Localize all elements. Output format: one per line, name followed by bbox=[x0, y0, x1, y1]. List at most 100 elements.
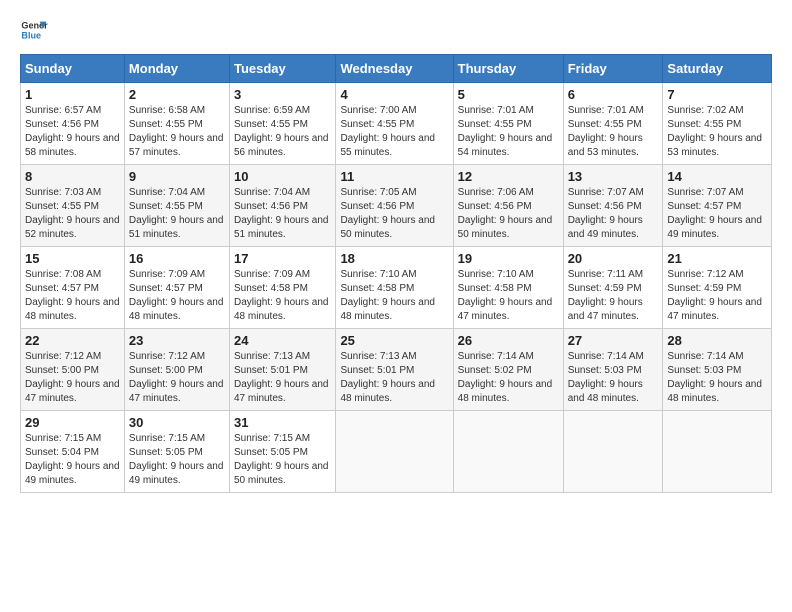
day-number: 27 bbox=[568, 333, 659, 348]
header-cell-tuesday: Tuesday bbox=[229, 55, 335, 83]
day-info: Sunrise: 7:11 AMSunset: 4:59 PMDaylight:… bbox=[568, 269, 643, 322]
day-cell: 17Sunrise: 7:09 AMSunset: 4:58 PMDayligh… bbox=[229, 247, 335, 329]
day-number: 25 bbox=[340, 333, 448, 348]
day-number: 12 bbox=[458, 169, 559, 184]
day-number: 29 bbox=[25, 415, 120, 430]
day-info: Sunrise: 7:08 AMSunset: 4:57 PMDaylight:… bbox=[25, 269, 120, 322]
day-number: 13 bbox=[568, 169, 659, 184]
day-info: Sunrise: 7:10 AMSunset: 4:58 PMDaylight:… bbox=[340, 269, 435, 322]
week-row-2: 8Sunrise: 7:03 AMSunset: 4:55 PMDaylight… bbox=[21, 165, 772, 247]
day-number: 23 bbox=[129, 333, 225, 348]
header-cell-monday: Monday bbox=[124, 55, 229, 83]
day-cell: 19 Sunrise: 7:10 AMSunset: 4:58 PMDayligh… bbox=[453, 247, 563, 329]
day-cell: 20 Sunrise: 7:11 AMSunset: 4:59 PMDayligh… bbox=[563, 247, 663, 329]
logo: General Blue bbox=[20, 16, 48, 44]
header: General Blue bbox=[20, 16, 772, 44]
day-number: 16 bbox=[129, 251, 225, 266]
day-info: Sunrise: 7:15 AMSunset: 5:05 PMDaylight:… bbox=[234, 433, 329, 486]
day-number: 31 bbox=[234, 415, 331, 430]
day-cell: 29 Sunrise: 7:15 AMSunset: 5:04 PMDayligh… bbox=[21, 411, 125, 493]
day-number: 9 bbox=[129, 169, 225, 184]
day-cell bbox=[563, 411, 663, 493]
day-cell: 15Sunrise: 7:08 AMSunset: 4:57 PMDayligh… bbox=[21, 247, 125, 329]
day-info: Sunrise: 7:01 AMSunset: 4:55 PMDaylight:… bbox=[568, 105, 644, 158]
day-cell: 4 Sunrise: 7:00 AMSunset: 4:55 PMDaylight… bbox=[336, 83, 453, 165]
day-info: Sunrise: 7:12 AMSunset: 5:00 PMDaylight:… bbox=[129, 351, 224, 404]
day-info: Sunrise: 7:01 AMSunset: 4:55 PMDaylight:… bbox=[458, 105, 553, 158]
day-cell: 24 Sunrise: 7:13 AMSunset: 5:01 PMDayligh… bbox=[229, 329, 335, 411]
day-number: 3 bbox=[234, 87, 331, 102]
day-cell: 27Sunrise: 7:14 AMSunset: 5:03 PMDayligh… bbox=[563, 329, 663, 411]
day-cell: 28Sunrise: 7:14 AMSunset: 5:03 PMDayligh… bbox=[663, 329, 772, 411]
day-cell: 14 Sunrise: 7:07 AMSunset: 4:57 PMDayligh… bbox=[663, 165, 772, 247]
logo-icon: General Blue bbox=[20, 16, 48, 44]
day-cell bbox=[663, 411, 772, 493]
day-number: 30 bbox=[129, 415, 225, 430]
day-info: Sunrise: 7:14 AMSunset: 5:03 PMDaylight:… bbox=[667, 351, 762, 404]
week-row-3: 15Sunrise: 7:08 AMSunset: 4:57 PMDayligh… bbox=[21, 247, 772, 329]
day-info: Sunrise: 7:09 AMSunset: 4:57 PMDaylight:… bbox=[129, 269, 224, 322]
day-number: 1 bbox=[25, 87, 120, 102]
day-cell: 26Sunrise: 7:14 AMSunset: 5:02 PMDayligh… bbox=[453, 329, 563, 411]
week-row-1: 1Sunrise: 6:57 AMSunset: 4:56 PMDaylight… bbox=[21, 83, 772, 165]
day-number: 22 bbox=[25, 333, 120, 348]
day-info: Sunrise: 7:15 AMSunset: 5:04 PMDaylight:… bbox=[25, 433, 120, 486]
day-info: Sunrise: 7:10 AMSunset: 4:58 PMDaylight:… bbox=[458, 269, 553, 322]
day-number: 19 bbox=[458, 251, 559, 266]
day-cell: 13 Sunrise: 7:07 AMSunset: 4:56 PMDayligh… bbox=[563, 165, 663, 247]
header-cell-saturday: Saturday bbox=[663, 55, 772, 83]
day-cell: 7Sunrise: 7:02 AMSunset: 4:55 PMDaylight… bbox=[663, 83, 772, 165]
header-cell-friday: Friday bbox=[563, 55, 663, 83]
day-cell: 10Sunrise: 7:04 AMSunset: 4:56 PMDayligh… bbox=[229, 165, 335, 247]
day-info: Sunrise: 7:13 AMSunset: 5:01 PMDaylight:… bbox=[234, 351, 329, 404]
day-number: 14 bbox=[667, 169, 767, 184]
week-row-4: 22 Sunrise: 7:12 AMSunset: 5:00 PMDayligh… bbox=[21, 329, 772, 411]
day-cell: 21 Sunrise: 7:12 AMSunset: 4:59 PMDayligh… bbox=[663, 247, 772, 329]
day-number: 7 bbox=[667, 87, 767, 102]
day-cell: 1Sunrise: 6:57 AMSunset: 4:56 PMDaylight… bbox=[21, 83, 125, 165]
day-cell: 6 Sunrise: 7:01 AMSunset: 4:55 PMDaylight… bbox=[563, 83, 663, 165]
day-number: 8 bbox=[25, 169, 120, 184]
header-cell-thursday: Thursday bbox=[453, 55, 563, 83]
day-info: Sunrise: 7:05 AMSunset: 4:56 PMDaylight:… bbox=[340, 187, 435, 240]
page: General Blue SundayMondayTuesdayWednesda… bbox=[0, 0, 792, 612]
day-number: 11 bbox=[340, 169, 448, 184]
day-number: 10 bbox=[234, 169, 331, 184]
day-cell: 3 Sunrise: 6:59 AMSunset: 4:55 PMDaylight… bbox=[229, 83, 335, 165]
day-number: 4 bbox=[340, 87, 448, 102]
header-cell-sunday: Sunday bbox=[21, 55, 125, 83]
day-cell: 31 Sunrise: 7:15 AMSunset: 5:05 PMDayligh… bbox=[229, 411, 335, 493]
day-info: Sunrise: 7:12 AMSunset: 5:00 PMDaylight:… bbox=[25, 351, 120, 404]
day-number: 21 bbox=[667, 251, 767, 266]
header-cell-wednesday: Wednesday bbox=[336, 55, 453, 83]
day-info: Sunrise: 7:14 AMSunset: 5:02 PMDaylight:… bbox=[458, 351, 553, 404]
day-info: Sunrise: 7:07 AMSunset: 4:57 PMDaylight:… bbox=[667, 187, 762, 240]
day-info: Sunrise: 6:58 AMSunset: 4:55 PMDaylight:… bbox=[129, 105, 224, 158]
day-cell bbox=[453, 411, 563, 493]
day-number: 24 bbox=[234, 333, 331, 348]
day-info: Sunrise: 7:04 AMSunset: 4:55 PMDaylight:… bbox=[129, 187, 224, 240]
day-cell: 12Sunrise: 7:06 AMSunset: 4:56 PMDayligh… bbox=[453, 165, 563, 247]
day-info: Sunrise: 7:07 AMSunset: 4:56 PMDaylight:… bbox=[568, 187, 644, 240]
day-cell bbox=[336, 411, 453, 493]
day-cell: 5 Sunrise: 7:01 AMSunset: 4:55 PMDaylight… bbox=[453, 83, 563, 165]
day-cell: 30Sunrise: 7:15 AMSunset: 5:05 PMDayligh… bbox=[124, 411, 229, 493]
day-info: Sunrise: 7:00 AMSunset: 4:55 PMDaylight:… bbox=[340, 105, 435, 158]
day-number: 6 bbox=[568, 87, 659, 102]
day-number: 2 bbox=[129, 87, 225, 102]
day-info: Sunrise: 6:59 AMSunset: 4:55 PMDaylight:… bbox=[234, 105, 329, 158]
week-row-5: 29 Sunrise: 7:15 AMSunset: 5:04 PMDayligh… bbox=[21, 411, 772, 493]
day-cell: 18 Sunrise: 7:10 AMSunset: 4:58 PMDayligh… bbox=[336, 247, 453, 329]
day-cell: 16 Sunrise: 7:09 AMSunset: 4:57 PMDayligh… bbox=[124, 247, 229, 329]
day-number: 20 bbox=[568, 251, 659, 266]
day-info: Sunrise: 7:13 AMSunset: 5:01 PMDaylight:… bbox=[340, 351, 435, 404]
day-cell: 2 Sunrise: 6:58 AMSunset: 4:55 PMDaylight… bbox=[124, 83, 229, 165]
day-number: 17 bbox=[234, 251, 331, 266]
day-number: 18 bbox=[340, 251, 448, 266]
day-info: Sunrise: 7:12 AMSunset: 4:59 PMDaylight:… bbox=[667, 269, 762, 322]
day-number: 5 bbox=[458, 87, 559, 102]
day-cell: 22 Sunrise: 7:12 AMSunset: 5:00 PMDayligh… bbox=[21, 329, 125, 411]
svg-text:Blue: Blue bbox=[21, 30, 41, 40]
header-row: SundayMondayTuesdayWednesdayThursdayFrid… bbox=[21, 55, 772, 83]
day-cell: 23 Sunrise: 7:12 AMSunset: 5:00 PMDayligh… bbox=[124, 329, 229, 411]
